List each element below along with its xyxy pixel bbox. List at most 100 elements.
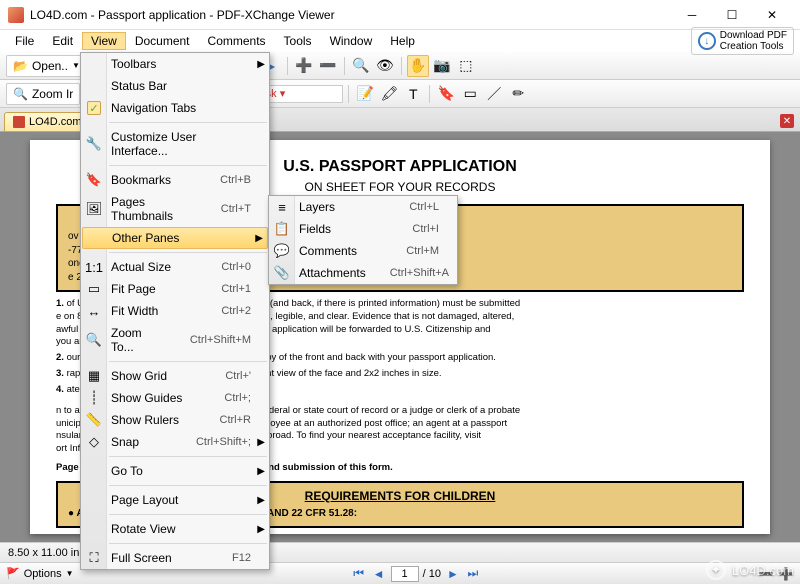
chevron-right-icon: ▶ bbox=[257, 466, 265, 477]
blank-icon bbox=[87, 229, 105, 247]
titlebar: LO4D.com - Passport application - PDF-XC… bbox=[0, 0, 800, 30]
menu-comments[interactable]: Comments bbox=[199, 32, 275, 50]
pencil-icon[interactable]: ✏ bbox=[507, 83, 529, 105]
menu-item-go-to[interactable]: Go To▶ bbox=[81, 460, 269, 482]
menu-item-fit-width[interactable]: ↔Fit WidthCtrl+2 bbox=[81, 300, 269, 322]
menu-file[interactable]: File bbox=[6, 32, 43, 50]
next-page-icon[interactable]: ► bbox=[445, 566, 461, 582]
menu-item-attachments[interactable]: 📎AttachmentsCtrl+Shift+A bbox=[269, 262, 457, 284]
customize-icon: 🔧 bbox=[85, 135, 103, 153]
highlight-icon[interactable]: 🖍 bbox=[378, 83, 400, 105]
menu-item-navigation-tabs[interactable]: ✓Navigation Tabs bbox=[81, 97, 269, 119]
download-icon: ↓ bbox=[698, 32, 716, 50]
menu-item-layers[interactable]: ≡LayersCtrl+L bbox=[269, 196, 457, 218]
menu-item-show-grid[interactable]: ▦Show GridCtrl+' bbox=[81, 365, 269, 387]
chevron-right-icon: ▶ bbox=[255, 233, 263, 244]
snap-icon: ◇ bbox=[85, 433, 103, 451]
other-panes-submenu: ≡LayersCtrl+L📋FieldsCtrl+I💬CommentsCtrl+… bbox=[268, 195, 458, 285]
stamp-icon[interactable]: 🔖 bbox=[435, 83, 457, 105]
menu-item-rotate-view[interactable]: Rotate View▶ bbox=[81, 518, 269, 540]
globe-icon: ✦ bbox=[706, 560, 726, 580]
minimize-button[interactable]: ─ bbox=[672, 1, 712, 29]
blank-icon bbox=[85, 77, 103, 95]
menu-view[interactable]: View bbox=[82, 32, 126, 50]
attach-icon: 📎 bbox=[273, 264, 291, 282]
close-button[interactable]: ✕ bbox=[752, 1, 792, 29]
hand-tool-icon[interactable]: ✋ bbox=[407, 55, 429, 77]
remove-icon[interactable]: ➖ bbox=[317, 55, 339, 77]
pdf-icon bbox=[13, 116, 25, 128]
layers-icon: ≡ bbox=[273, 198, 291, 216]
find-icon[interactable]: 🔍 bbox=[350, 55, 372, 77]
fullscreen-icon: ⛶ bbox=[85, 549, 103, 567]
menu-item-other-panes[interactable]: Other Panes▶ bbox=[82, 227, 268, 249]
zoom-button[interactable]: 🔍Zoom Ir bbox=[6, 83, 80, 105]
maximize-button[interactable]: ☐ bbox=[712, 1, 752, 29]
menu-item-full-screen[interactable]: ⛶Full ScreenF12 bbox=[81, 547, 269, 569]
chevron-right-icon: ▶ bbox=[257, 437, 265, 448]
menu-item-status-bar[interactable]: Status Bar bbox=[81, 75, 269, 97]
menu-window[interactable]: Window bbox=[321, 32, 382, 50]
chevron-right-icon: ▶ bbox=[257, 495, 265, 506]
tab-close[interactable]: ✕ bbox=[774, 111, 800, 131]
menu-item-snap[interactable]: ◇SnapCtrl+Shift+;▶ bbox=[81, 431, 269, 453]
watermark: ✦ LO4D.com bbox=[706, 560, 794, 580]
folder-icon: 📂 bbox=[13, 59, 28, 73]
bookmark-icon: 🔖 bbox=[85, 171, 103, 189]
menu-item-show-rulers[interactable]: 📏Show RulersCtrl+R bbox=[81, 409, 269, 431]
menu-item-page-layout[interactable]: Page Layout▶ bbox=[81, 489, 269, 511]
thumbs-icon: 🖼 bbox=[85, 200, 103, 218]
blank-icon bbox=[85, 462, 103, 480]
blank-icon bbox=[85, 491, 103, 509]
actual-icon: 1:1 bbox=[85, 258, 103, 276]
menu-item-customize-user-interface-[interactable]: 🔧Customize User Interface... bbox=[81, 126, 269, 162]
menu-item-actual-size[interactable]: 1:1Actual SizeCtrl+0 bbox=[81, 256, 269, 278]
fitpage-icon: ▭ bbox=[85, 280, 103, 298]
open-button[interactable]: 📂Open..▼ bbox=[6, 55, 87, 77]
zoom-icon: 🔍 bbox=[13, 87, 28, 101]
menu-document[interactable]: Document bbox=[126, 32, 199, 50]
note-icon[interactable]: 📝 bbox=[354, 83, 376, 105]
download-pdf-tools-button[interactable]: ↓ Download PDF Creation Tools bbox=[691, 27, 794, 55]
chevron-right-icon: ▶ bbox=[257, 524, 265, 535]
menu-help[interactable]: Help bbox=[381, 32, 424, 50]
line-icon[interactable]: ／ bbox=[483, 83, 505, 105]
options-button[interactable]: Options bbox=[24, 568, 62, 580]
page-total: / 10 bbox=[423, 568, 441, 580]
zoom-icon: 🔍 bbox=[85, 331, 103, 349]
view-menu-dropdown: Toolbars▶Status Bar✓Navigation Tabs 🔧Cust… bbox=[80, 52, 270, 570]
menu-item-zoom-to-[interactable]: 🔍Zoom To...Ctrl+Shift+M bbox=[81, 322, 269, 358]
grid-icon: ▦ bbox=[85, 367, 103, 385]
last-page-icon[interactable]: ⏭ bbox=[465, 566, 481, 582]
window-title: LO4D.com - Passport application - PDF-XC… bbox=[30, 8, 672, 22]
comments-icon: 💬 bbox=[273, 242, 291, 260]
app-icon bbox=[8, 7, 24, 23]
menu-item-show-guides[interactable]: ┊Show GuidesCtrl+; bbox=[81, 387, 269, 409]
blank-icon bbox=[85, 520, 103, 538]
page-number-input[interactable] bbox=[391, 566, 419, 582]
blank-icon: ✓ bbox=[85, 99, 103, 117]
prev-page-icon[interactable]: ◄ bbox=[371, 566, 387, 582]
blank-icon bbox=[85, 55, 103, 73]
snapshot-icon[interactable]: 📷 bbox=[431, 55, 453, 77]
menu-item-toolbars[interactable]: Toolbars▶ bbox=[81, 53, 269, 75]
flag-icon: 🚩 bbox=[6, 567, 20, 580]
text-icon[interactable]: T bbox=[402, 83, 424, 105]
menu-item-bookmarks[interactable]: 🔖BookmarksCtrl+B bbox=[81, 169, 269, 191]
fitwidth-icon: ↔ bbox=[85, 302, 103, 320]
ocr-icon[interactable]: 👁 bbox=[374, 55, 396, 77]
fields-icon: 📋 bbox=[273, 220, 291, 238]
select-icon[interactable]: ⬚ bbox=[455, 55, 477, 77]
guides-icon: ┊ bbox=[85, 389, 103, 407]
menu-item-pages-thumbnails[interactable]: 🖼Pages ThumbnailsCtrl+T bbox=[81, 191, 269, 227]
menu-item-fields[interactable]: 📋FieldsCtrl+I bbox=[269, 218, 457, 240]
menu-item-fit-page[interactable]: ▭Fit PageCtrl+1 bbox=[81, 278, 269, 300]
add-icon[interactable]: ➕ bbox=[293, 55, 315, 77]
menu-tools[interactable]: Tools bbox=[275, 32, 321, 50]
chevron-right-icon: ▶ bbox=[257, 59, 265, 70]
menu-edit[interactable]: Edit bbox=[43, 32, 82, 50]
first-page-icon[interactable]: ⏮ bbox=[351, 566, 367, 582]
menubar: File Edit View Document Comments Tools W… bbox=[0, 30, 800, 52]
shape-icon[interactable]: ▭ bbox=[459, 83, 481, 105]
menu-item-comments[interactable]: 💬CommentsCtrl+M bbox=[269, 240, 457, 262]
